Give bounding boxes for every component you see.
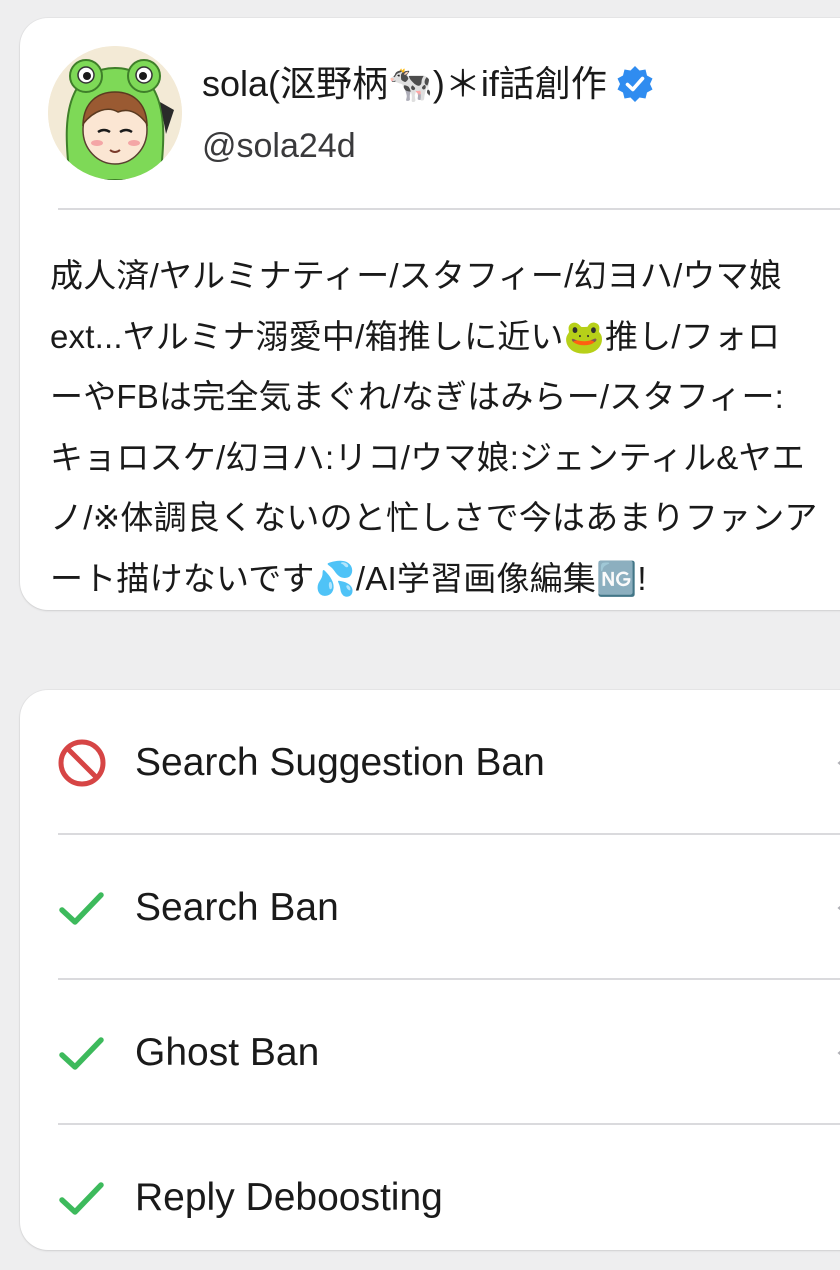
check-row-search-ban[interactable]: Search Ban: [20, 835, 840, 980]
frog-hood-avatar-icon: [48, 46, 182, 180]
ban-status-card: Search Suggestion Ban Search Ban Ghost B…: [20, 690, 840, 1250]
bio-line: ーやFBは完全気まぐれ/なぎはみらー/スタフィー:: [50, 378, 785, 415]
bio-line: ノ/※体調良くないのと忙しさで今はあまりファンア: [50, 499, 818, 536]
bio-line: 成人済/ヤルミナティー/スタフィー/幻ヨハ/ウマ娘: [50, 257, 783, 294]
check-row-ghost-ban[interactable]: Ghost Ban: [20, 980, 840, 1125]
prohibited-icon: [56, 737, 108, 789]
bio-line: ート描けないです💦/AI学習画像編集🆖!: [50, 559, 647, 597]
checkmark-icon: [56, 1172, 108, 1224]
checkmark-icon: [56, 1027, 108, 1079]
check-label: Ghost Ban: [135, 1030, 320, 1074]
check-label: Search Ban: [135, 885, 339, 929]
check-label: Search Suggestion Ban: [135, 740, 545, 784]
display-name-text: sola(沤野柄🐄)＊if話創作: [202, 63, 607, 104]
display-name[interactable]: sola(沤野柄🐄)＊if話創作: [202, 62, 655, 106]
chevron-icon: [835, 1046, 840, 1060]
user-handle[interactable]: @sola24d: [202, 124, 356, 168]
profile-divider: [58, 208, 840, 210]
verified-badge-icon: [615, 64, 655, 104]
check-row-reply-deboosting[interactable]: Reply Deboosting: [20, 1125, 840, 1270]
bio-line: キョロスケ/幻ヨハ:リコ/ウマ娘:ジェンティル&ヤエ: [50, 438, 805, 476]
chevron-icon: [835, 756, 840, 770]
checkmark-icon: [56, 882, 108, 934]
check-row-search-suggestion-ban[interactable]: Search Suggestion Ban: [20, 690, 840, 835]
bio-line: ext...ヤルミナ溺愛中/箱推しに近い🐸推し/フォロ: [50, 317, 781, 355]
profile-bio: 成人済/ヤルミナティー/スタフィー/幻ヨハ/ウマ娘 ext...ヤルミナ溺愛中/…: [50, 246, 840, 609]
check-label: Reply Deboosting: [135, 1175, 443, 1219]
avatar[interactable]: [48, 46, 182, 180]
profile-card: sola(沤野柄🐄)＊if話創作 @sola24d 成人済/ヤルミナティー/スタ…: [20, 18, 840, 610]
chevron-icon: [835, 901, 840, 915]
